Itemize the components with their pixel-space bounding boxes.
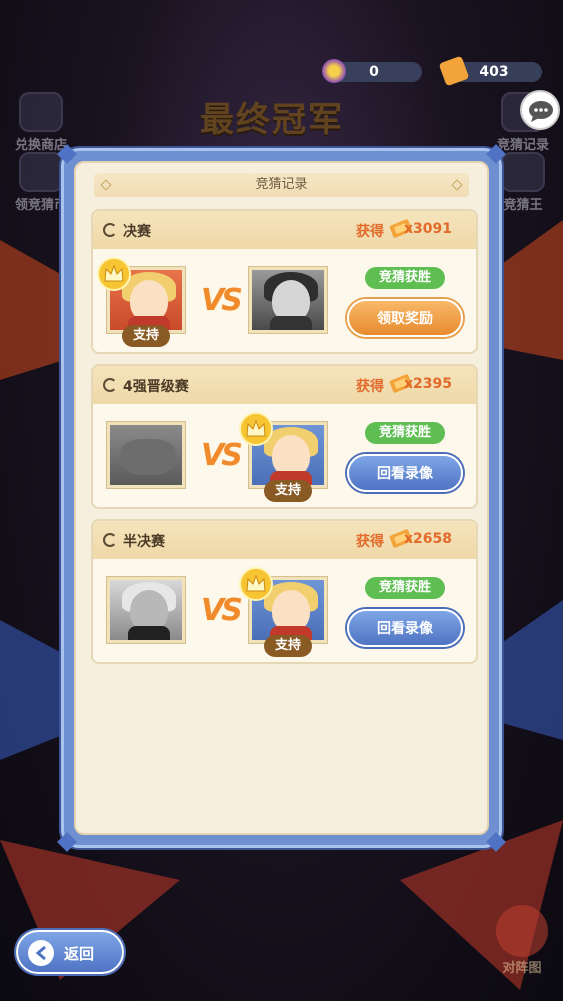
winner-crown-icon: [239, 567, 273, 601]
vs-label: VS: [201, 438, 243, 473]
guess-coin-value: 0: [369, 64, 379, 80]
support-tag: 支持: [122, 325, 170, 347]
hero-body: [128, 626, 170, 640]
diamond-ornament: [100, 179, 112, 191]
panel-body: 竞猜记录 决赛 获得 x3091 支持 VS 竞猜获胜 领取奖励 4强晋级赛 获…: [74, 161, 489, 835]
win-badge: 竞猜获胜: [365, 577, 445, 599]
coin-claim-icon: [19, 152, 63, 192]
round-icon: [103, 533, 117, 547]
support-tag: 支持: [264, 480, 312, 502]
vs-label: VS: [201, 283, 243, 318]
support-tag: 支持: [264, 635, 312, 657]
bracket-label: 对阵图: [502, 961, 542, 976]
replay-button[interactable]: 回看录像: [347, 609, 463, 647]
reward-amount: x2658: [404, 531, 452, 547]
back-button[interactable]: 返回: [16, 930, 124, 974]
round-name: 4强晋级赛: [123, 379, 189, 395]
vs-label: VS: [201, 593, 243, 628]
round-icon: [103, 378, 117, 392]
winner-crown-icon: [239, 412, 273, 446]
guess-record-panel: 竞猜记录 决赛 获得 x3091 支持 VS 竞猜获胜 领取奖励 4强晋级赛 获…: [57, 144, 506, 852]
reward-label: 获得: [356, 379, 384, 395]
shop-icon: [19, 92, 63, 132]
hero-body: [270, 316, 312, 330]
win-badge: 竞猜获胜: [365, 267, 445, 289]
crossed-swords-icon: [496, 905, 548, 957]
record-header: 半决赛 获得 x2658: [93, 521, 476, 559]
round-icon: [103, 223, 117, 237]
winner-crown-icon: [97, 257, 131, 291]
record-header: 决赛 获得 x3091: [93, 211, 476, 249]
replay-button[interactable]: 回看录像: [347, 454, 463, 492]
bracket-button[interactable]: 对阵图: [490, 905, 554, 976]
round-name: 半决赛: [123, 534, 165, 550]
record-header: 4强晋级赛 获得 x2395: [93, 366, 476, 404]
right-team-avatar[interactable]: [249, 267, 327, 333]
reward-label: 获得: [356, 534, 384, 550]
hero-face: [120, 439, 176, 475]
round-name: 决赛: [123, 224, 151, 240]
left-team-avatar[interactable]: [107, 577, 185, 643]
record-card-top4: 4强晋级赛 获得 x2395 VS 支持 竞猜获胜 回看录像: [91, 364, 478, 509]
reward-amount: x3091: [404, 221, 452, 237]
panel-title-bar: 竞猜记录: [94, 173, 469, 197]
guess-coin-counter: 0: [322, 59, 422, 83]
claim-reward-button[interactable]: 领取奖励: [347, 299, 463, 337]
ticket-value: 403: [479, 64, 509, 80]
win-badge: 竞猜获胜: [365, 422, 445, 444]
back-label: 返回: [64, 945, 95, 963]
reward-amount: x2395: [404, 376, 452, 392]
record-card-semifinal: 半决赛 获得 x2658 VS 支持 竞猜获胜 回看录像: [91, 519, 478, 664]
left-team-avatar[interactable]: [107, 422, 185, 488]
chat-button[interactable]: [520, 90, 560, 130]
panel-title: 竞猜记录: [255, 177, 308, 192]
chat-icon: [529, 101, 553, 122]
ticket-counter: 403: [438, 55, 542, 87]
diamond-ornament: [451, 179, 463, 191]
event-title: 最终冠军: [200, 100, 344, 140]
record-card-final: 决赛 获得 x3091 支持 VS 竞猜获胜 领取奖励: [91, 209, 478, 354]
back-arrow-icon: [28, 940, 54, 966]
trophy-icon: [501, 152, 545, 192]
reward-label: 获得: [356, 224, 384, 240]
